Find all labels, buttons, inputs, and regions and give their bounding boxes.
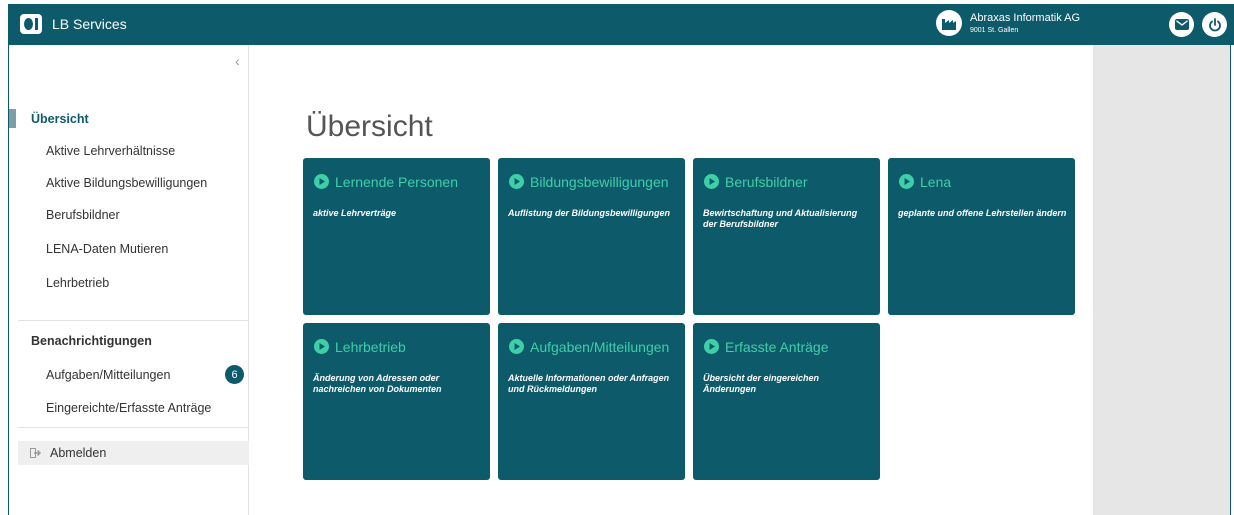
organization-info[interactable]: Abraxas Informatik AG 9001 St. Gallen [936, 10, 1080, 36]
play-circle-icon [899, 174, 914, 189]
tile-erfasste-antraege[interactable]: Erfasste Anträge Übersicht der eingereic… [693, 323, 880, 480]
mail-icon [1174, 19, 1189, 30]
tile-title: Bildungsbewilligungen [530, 173, 669, 190]
organization-place: 9001 St. Gallen [970, 26, 1019, 34]
play-circle-icon [704, 174, 719, 189]
logout-icon [30, 448, 41, 458]
tile-aufgaben-mitteilungen[interactable]: Aufgaben/Mitteilungen Aktuelle Informati… [498, 323, 685, 480]
logout-button[interactable]: Abmelden [18, 441, 249, 465]
logout-label: Abmelden [50, 446, 107, 460]
tile-berufsbildner[interactable]: Berufsbildner Bewirtschaftung und Aktual… [693, 158, 880, 315]
brand[interactable]: LB Services [20, 14, 127, 34]
play-circle-icon [509, 174, 524, 189]
tile-title: Erfasste Anträge [725, 338, 829, 355]
tile-title: Lena [920, 173, 952, 190]
sidebar-item-berufsbildner[interactable]: Berufsbildner [9, 202, 248, 228]
tile-description: Übersicht der eingereichen Änderungen [703, 373, 820, 395]
sidebar: ‹ Übersicht Aktive Lehrverhältnisse Akti… [9, 45, 249, 515]
tile-description: aktive Lehrverträge [313, 208, 397, 218]
tile-description: geplante und offene Lehrstellen ändern [898, 208, 1067, 218]
tile-description: Änderung von Adressen oder nachreichen v… [313, 373, 442, 395]
sidebar-item-aktive-bildungsbewilligungen[interactable]: Aktive Bildungsbewilligungen [9, 170, 248, 196]
sidebar-divider [18, 320, 249, 321]
sidebar-item-lehrbetrieb[interactable]: Lehrbetrieb [9, 270, 248, 296]
play-circle-icon [314, 174, 329, 189]
sidebar-item-eingereichte-antraege[interactable]: Eingereichte/Erfasste Anträge [9, 395, 248, 421]
power-icon [1208, 17, 1221, 31]
right-border [1230, 45, 1231, 515]
play-circle-icon [509, 339, 524, 354]
messages-button[interactable] [1169, 12, 1194, 37]
power-button[interactable] [1202, 12, 1227, 37]
tile-title: Aufgaben/Mitteilungen [530, 338, 670, 355]
top-bar: LB Services Abraxas Informatik AG 9001 S… [8, 4, 1234, 45]
play-circle-icon [704, 339, 719, 354]
organization-name: Abraxas Informatik AG [970, 11, 1081, 24]
tile-description: Aktuelle Informationen oder Anfragen und… [508, 373, 670, 395]
tile-lena[interactable]: Lena geplante und offene Lehrstellen änd… [888, 158, 1075, 315]
notifications-section-title: Benachrichtigungen [31, 334, 152, 348]
sidebar-item-aktive-lehrverhaeltnisse[interactable]: Aktive Lehrverhältnisse [9, 138, 248, 164]
sidebar-divider [18, 427, 249, 428]
factory-icon [936, 10, 962, 36]
tile-description: Bewirtschaftung und Aktualisierung der B… [703, 208, 858, 230]
tile-lernende-personen[interactable]: Lernende Personen aktive Lehrverträge [303, 158, 490, 315]
tile-title: Lehrbetrieb [335, 338, 406, 355]
sidebar-item-lena-daten-mutieren[interactable]: LENA-Daten Mutieren [9, 236, 248, 262]
tile-bildungsbewilligungen[interactable]: Bildungsbewilligungen Auflistung der Bil… [498, 158, 685, 315]
play-circle-icon [314, 339, 329, 354]
sidebar-item-aufgaben-mitteilungen[interactable]: Aufgaben/Mitteilungen [9, 362, 248, 388]
page-title: Übersicht [306, 110, 433, 143]
tile-description: Auflistung der Bildungsbewilligungen [508, 208, 670, 218]
notification-count-badge: 6 [225, 365, 244, 384]
abraxas-logo-icon [20, 14, 42, 34]
tile-lehrbetrieb[interactable]: Lehrbetrieb Änderung von Adressen oder n… [303, 323, 490, 480]
tile-title: Lernende Personen [335, 173, 458, 190]
sidebar-item-uebersicht[interactable]: Übersicht [9, 106, 248, 132]
tile-title: Berufsbildner [725, 173, 808, 190]
right-panel [1093, 45, 1230, 515]
brand-name: LB Services [52, 16, 127, 32]
collapse-sidebar-button[interactable]: ‹ [235, 53, 240, 69]
